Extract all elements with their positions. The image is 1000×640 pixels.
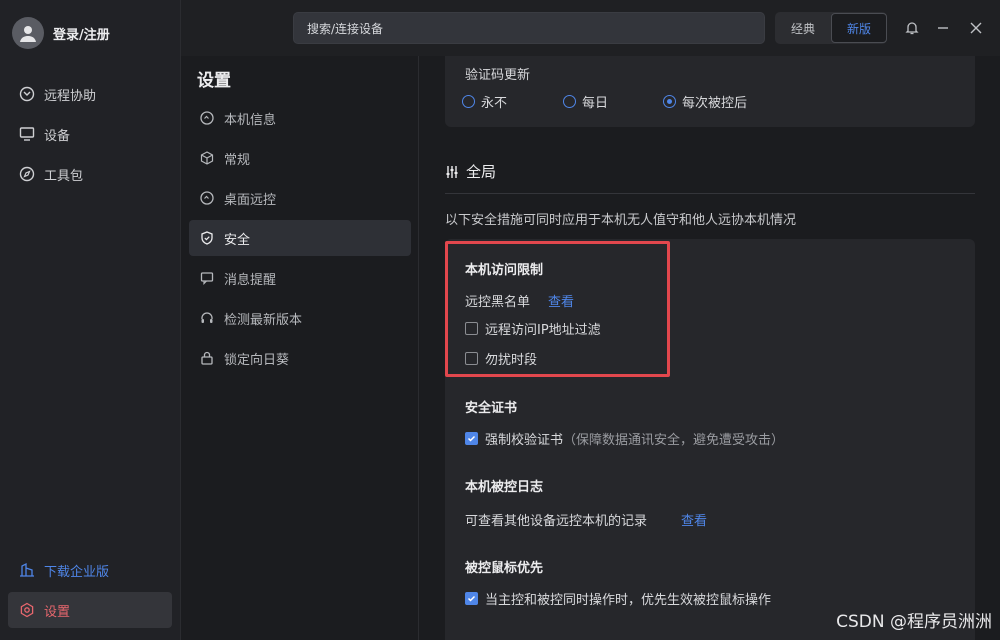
mode-new-button[interactable]: 新版: [831, 13, 887, 43]
nav-item-settings[interactable]: 设置: [8, 592, 172, 628]
subnav-label: 消息提醒: [224, 272, 277, 288]
verify-update-title: 验证码更新: [465, 68, 531, 83]
sliders-icon: [445, 165, 459, 179]
checkbox-box-checked: [465, 432, 478, 445]
remote-desktop-icon: [199, 190, 215, 206]
radio-never[interactable]: 永不: [462, 92, 507, 111]
nav-item-label: 工具包: [44, 168, 84, 184]
top-bar: 搜索/连接设备 经典 新版: [181, 0, 1000, 56]
bell-icon[interactable]: [902, 18, 922, 38]
radio-daily[interactable]: 每日: [563, 92, 608, 111]
gear-icon: [19, 602, 35, 618]
info-icon: [199, 110, 215, 126]
subnav-label: 常规: [224, 152, 251, 168]
checkbox-label: 当主控和被控同时操作时，优先生效被控鼠标操作: [485, 593, 772, 608]
verify-update-card: 验证码更新 永不 每日 每次被控后: [445, 56, 975, 127]
log-view-link[interactable]: 查看: [681, 510, 707, 529]
subnav-item-lock[interactable]: 锁定向日葵: [189, 340, 411, 376]
subnav-item-check-update[interactable]: 检测最新版本: [189, 300, 411, 336]
nav-item-toolkit[interactable]: 工具包: [8, 156, 172, 192]
minimize-icon[interactable]: [933, 18, 953, 38]
radio-dot: [462, 95, 475, 108]
subnav-item-desktop-control[interactable]: 桌面远控: [189, 180, 411, 216]
mouse-priority-title: 被控鼠标优先: [465, 561, 544, 576]
subnav-label: 本机信息: [224, 112, 277, 128]
left-nav: 登录/注册 远程协助 设备 工具包 下载企业版 设置: [0, 0, 181, 640]
subnav-item-general[interactable]: 常规: [189, 140, 411, 176]
checkbox-note: （保障数据通讯安全，避免遭受攻击）: [563, 433, 785, 448]
radio-dot-selected: [663, 95, 676, 108]
checkbox-box-checked: [465, 592, 478, 605]
radio-dot: [563, 95, 576, 108]
close-icon[interactable]: [966, 18, 986, 38]
force-verify-checkbox[interactable]: 强制校验证书 （保障数据通讯安全，避免遭受攻击）: [465, 429, 784, 448]
mode-switch: 经典 新版: [775, 12, 887, 44]
message-icon: [199, 270, 215, 286]
check-icon: [467, 595, 476, 602]
global-section-header: 全局: [445, 161, 496, 182]
watermark: CSDN @程序员洲洲: [836, 612, 992, 632]
check-icon: [467, 435, 476, 442]
compass-icon: [19, 166, 35, 182]
nav-item-label: 设备: [44, 128, 71, 144]
nav-item-remote-assist[interactable]: 远程协助: [8, 76, 172, 112]
nav-item-label: 远程协助: [44, 88, 97, 104]
avatar-icon: [12, 17, 44, 49]
cube-icon: [199, 150, 215, 166]
building-icon: [19, 562, 35, 578]
radio-after-each[interactable]: 每次被控后: [663, 92, 747, 111]
radio-label: 每日: [582, 96, 609, 111]
monitor-icon: [19, 126, 35, 142]
certificate-title: 安全证书: [465, 401, 518, 416]
mode-classic-button[interactable]: 经典: [775, 13, 831, 43]
shield-icon: [199, 230, 215, 246]
section-divider: [445, 193, 975, 194]
radio-label: 每次被控后: [682, 96, 748, 111]
settings-title: 设置: [197, 71, 231, 91]
user-login[interactable]: 登录/注册: [12, 17, 110, 49]
global-title: 全局: [466, 163, 497, 181]
radio-label: 永不: [481, 96, 508, 111]
remote-assist-icon: [19, 86, 35, 102]
settings-label: 设置: [44, 604, 71, 620]
subnav-item-notifications[interactable]: 消息提醒: [189, 260, 411, 296]
global-description: 以下安全措施可同时应用于本机无人值守和他人远协本机情况: [445, 213, 797, 228]
download-enterprise-link[interactable]: 下载企业版: [8, 552, 172, 588]
subnav-label: 锁定向日葵: [224, 352, 290, 368]
search-placeholder: 搜索/连接设备: [307, 21, 384, 36]
headset-icon: [199, 310, 215, 326]
mouse-priority-checkbox[interactable]: 当主控和被控同时操作时，优先生效被控鼠标操作: [465, 589, 771, 608]
nav-item-devices[interactable]: 设备: [8, 116, 172, 152]
subnav-item-device-info[interactable]: 本机信息: [189, 100, 411, 136]
log-title: 本机被控日志: [465, 480, 544, 495]
subnav-label: 桌面远控: [224, 192, 277, 208]
subnav-item-security[interactable]: 安全: [189, 220, 411, 256]
subnav-label: 安全: [224, 232, 251, 248]
checkbox-label: 强制校验证书: [485, 433, 564, 448]
search-input[interactable]: 搜索/连接设备: [293, 12, 765, 44]
settings-subnav: 设置 本机信息 常规 桌面远控 安全 消息提醒 检测最新版本 锁定向日葵: [181, 56, 419, 640]
subnav-label: 检测最新版本: [224, 312, 303, 328]
highlight-box: [445, 241, 670, 377]
enterprise-label: 下载企业版: [44, 564, 110, 580]
log-description: 可查看其他设备远控本机的记录: [465, 514, 648, 529]
login-label: 登录/注册: [53, 27, 110, 43]
lock-icon: [199, 350, 215, 366]
